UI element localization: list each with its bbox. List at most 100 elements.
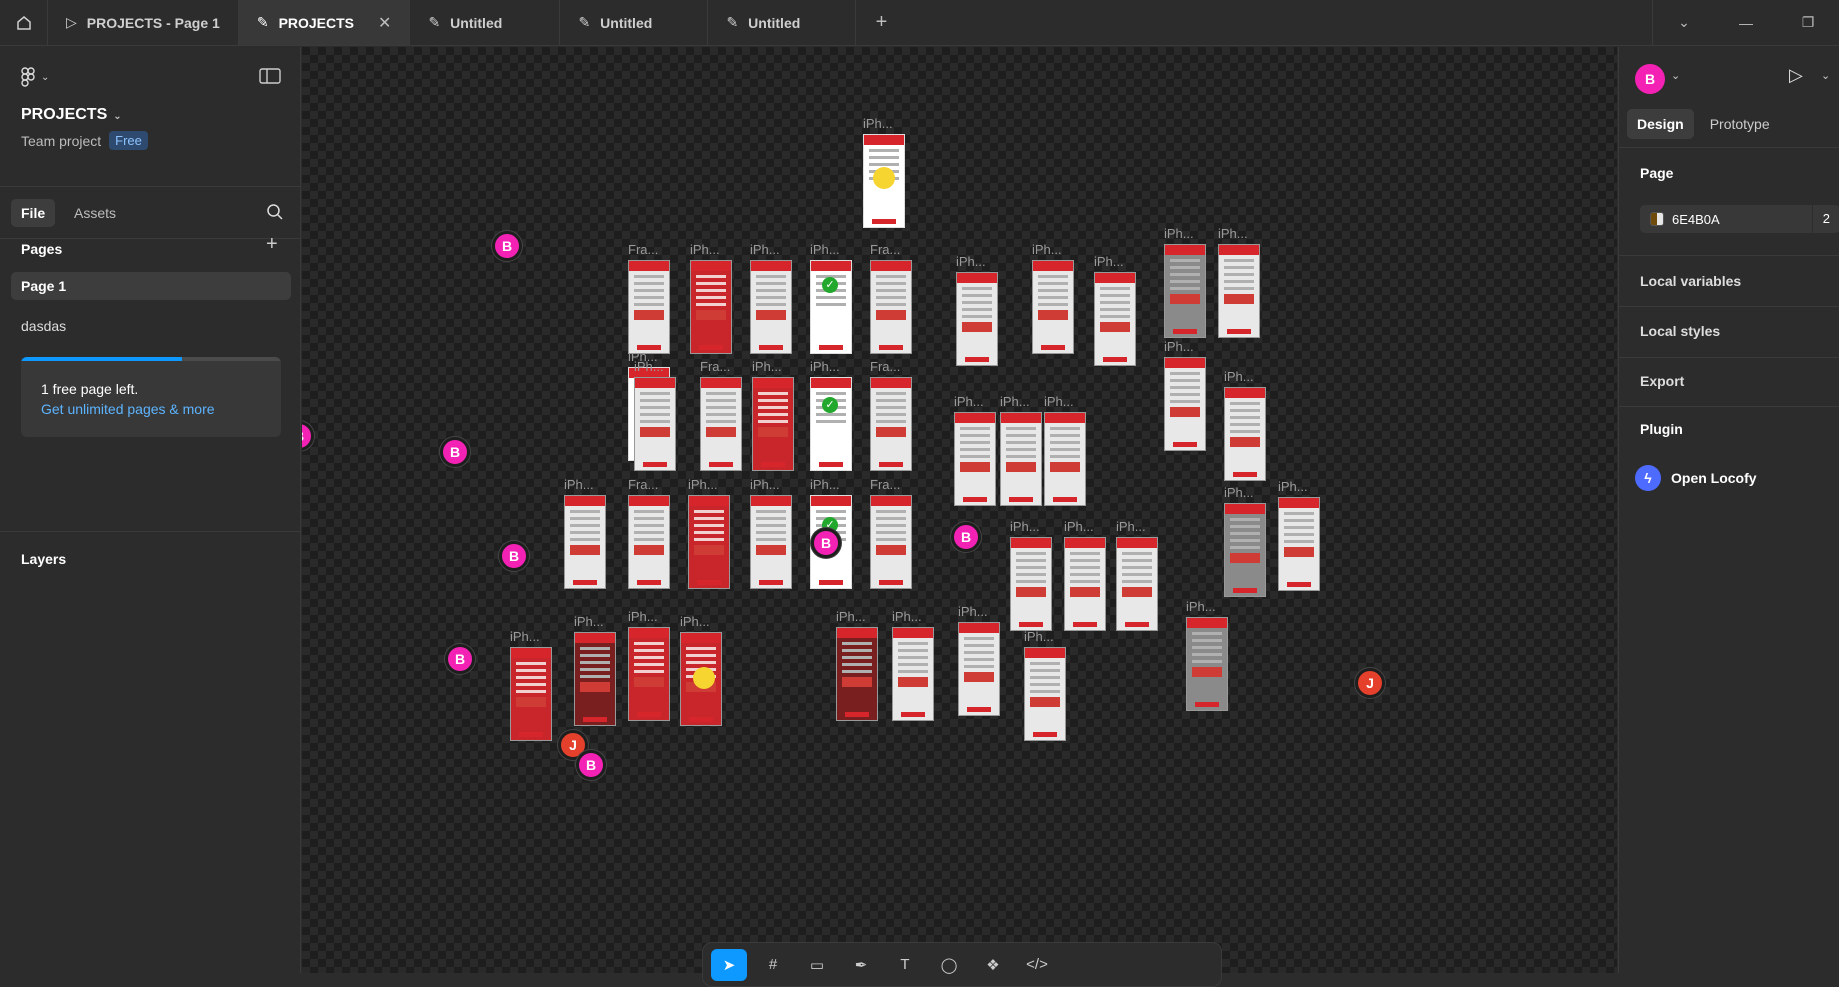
frame-label[interactable]: iPh...	[1278, 479, 1308, 494]
frame-thumbnail[interactable]	[628, 495, 670, 589]
frame-label[interactable]: iPh...	[690, 242, 720, 257]
search-icon[interactable]	[266, 203, 284, 221]
frame-label[interactable]: iPh...	[1064, 519, 1094, 534]
frame-thumbnail[interactable]	[1024, 647, 1066, 741]
frame-thumbnail[interactable]	[836, 627, 878, 721]
frame-thumbnail[interactable]	[634, 377, 676, 471]
avatar[interactable]: B	[1635, 64, 1665, 94]
frame-tool[interactable]: #	[755, 949, 791, 981]
frame-thumbnail[interactable]	[1116, 537, 1158, 631]
frame-label[interactable]: iPh...	[1024, 629, 1054, 644]
frame-label[interactable]: iPh...	[750, 242, 780, 257]
frame-label[interactable]: iPh...	[510, 629, 540, 644]
frame-label[interactable]: iPh...	[1094, 254, 1124, 269]
frame-thumbnail[interactable]	[574, 632, 616, 726]
present-button[interactable]: ▷	[1789, 65, 1803, 86]
page-item-page1[interactable]: Page 1	[11, 272, 291, 300]
tab-prototype[interactable]: Prototype	[1700, 109, 1780, 139]
frame-label[interactable]: iPh...	[810, 359, 840, 374]
new-tab-button[interactable]: +	[856, 0, 906, 45]
text-tool[interactable]: T	[887, 949, 923, 981]
tab-untitled-1[interactable]: ✎ Untitled	[410, 0, 561, 45]
color-swatch[interactable]	[1650, 212, 1664, 226]
main-menu-button[interactable]: ⌄	[21, 67, 49, 87]
frame-label[interactable]: iPh...	[752, 359, 782, 374]
minimize-icon[interactable]: —	[1715, 15, 1777, 31]
frame-label[interactable]: iPh...	[1044, 394, 1074, 409]
tab-design[interactable]: Design	[1627, 109, 1694, 139]
collaborator-avatar[interactable]: B	[440, 437, 470, 467]
pen-tool[interactable]: ✒	[843, 949, 879, 981]
frame-label[interactable]: iPh...	[863, 116, 893, 131]
frame-thumbnail[interactable]	[1186, 617, 1228, 711]
frame-label[interactable]: iPh...	[954, 394, 984, 409]
frame-label[interactable]: iPh...	[628, 609, 658, 624]
frame-thumbnail[interactable]	[1164, 357, 1206, 451]
frame-thumbnail[interactable]	[1224, 503, 1266, 597]
frame-label[interactable]: iPh...	[1000, 394, 1030, 409]
chevron-down-icon[interactable]: ⌄	[1653, 14, 1715, 31]
comment-tool[interactable]: ◯	[931, 949, 967, 981]
frame-label[interactable]: Fra...	[700, 359, 730, 374]
frame-label[interactable]: iPh...	[958, 604, 988, 619]
color-opacity[interactable]: 2	[1811, 205, 1839, 233]
collaborator-avatar[interactable]: B	[499, 541, 529, 571]
project-name[interactable]: PROJECTS ⌄	[21, 106, 122, 124]
tab-untitled-2[interactable]: ✎ Untitled	[560, 0, 709, 45]
frame-thumbnail[interactable]	[1064, 537, 1106, 631]
tab-projects[interactable]: ✎ PROJECTS ✕	[238, 0, 411, 45]
collaborator-avatar[interactable]: B	[445, 644, 475, 674]
resources-tool[interactable]: ❖	[975, 949, 1011, 981]
frame-label[interactable]: iPh...	[1224, 485, 1254, 500]
frame-thumbnail[interactable]	[510, 647, 552, 741]
frame-thumbnail[interactable]	[1224, 387, 1266, 481]
design-canvas[interactable]: iPh... iPh... Fra... iPh... iPh... iPh... Fra.…	[302, 47, 1617, 973]
upgrade-link[interactable]: Get unlimited pages & more	[41, 401, 215, 417]
frame-thumbnail[interactable]	[1044, 412, 1086, 506]
tab-file[interactable]: File	[11, 199, 56, 227]
collaborator-avatar[interactable]: B	[576, 750, 606, 780]
frame-thumbnail[interactable]	[628, 627, 670, 721]
frame-label[interactable]: iPh...	[1224, 369, 1254, 384]
frame-thumbnail[interactable]	[1218, 244, 1260, 338]
collaborator-avatar[interactable]: B	[951, 522, 981, 552]
frame-thumbnail[interactable]	[700, 377, 742, 471]
frame-thumbnail[interactable]	[870, 377, 912, 471]
frame-thumbnail[interactable]	[1094, 272, 1136, 366]
frame-thumbnail[interactable]	[810, 377, 852, 471]
frame-label[interactable]: iPh...	[1164, 339, 1194, 354]
local-styles-button[interactable]: Local styles	[1640, 323, 1720, 339]
frame-thumbnail[interactable]	[688, 495, 730, 589]
frame-thumbnail[interactable]	[870, 495, 912, 589]
home-button[interactable]	[0, 0, 48, 45]
frame-label[interactable]: Fra...	[870, 477, 900, 492]
frame-label[interactable]: Fra...	[870, 242, 900, 257]
frame-label[interactable]: iPh...	[836, 609, 866, 624]
frame-label[interactable]: iPh...	[810, 477, 840, 492]
frame-label[interactable]: Fra...	[870, 359, 900, 374]
frame-label[interactable]: iPh...	[688, 477, 718, 492]
frame-thumbnail[interactable]	[690, 260, 732, 354]
frame-thumbnail[interactable]	[810, 260, 852, 354]
frame-label[interactable]: Fra...	[628, 242, 658, 257]
frame-label[interactable]: iPh...	[1218, 226, 1248, 241]
restore-icon[interactable]: ❐	[1777, 14, 1839, 31]
frame-thumbnail[interactable]	[1164, 244, 1206, 338]
collaborator-avatar[interactable]: B	[302, 421, 314, 451]
tab-projects-page1[interactable]: ▷ PROJECTS - Page 1	[48, 0, 239, 45]
local-variables-button[interactable]: Local variables	[1640, 273, 1741, 289]
collaborator-avatar[interactable]: B	[492, 231, 522, 261]
frame-label[interactable]: iPh...	[1032, 242, 1062, 257]
panel-toggle-button[interactable]	[259, 68, 281, 87]
add-page-button[interactable]: +	[266, 233, 278, 256]
frame-label[interactable]: Fra...	[628, 477, 658, 492]
chevron-down-icon[interactable]: ⌄	[1821, 69, 1830, 82]
frame-thumbnail[interactable]	[1278, 497, 1320, 591]
page-background-color[interactable]: 6E4B0A 2	[1640, 205, 1839, 233]
frame-thumbnail[interactable]	[750, 260, 792, 354]
frame-thumbnail[interactable]	[954, 412, 996, 506]
frame-thumbnail[interactable]	[1032, 260, 1074, 354]
frame-thumbnail[interactable]	[956, 272, 998, 366]
shape-tool[interactable]: ▭	[799, 949, 835, 981]
frame-label[interactable]: iPh...	[750, 477, 780, 492]
